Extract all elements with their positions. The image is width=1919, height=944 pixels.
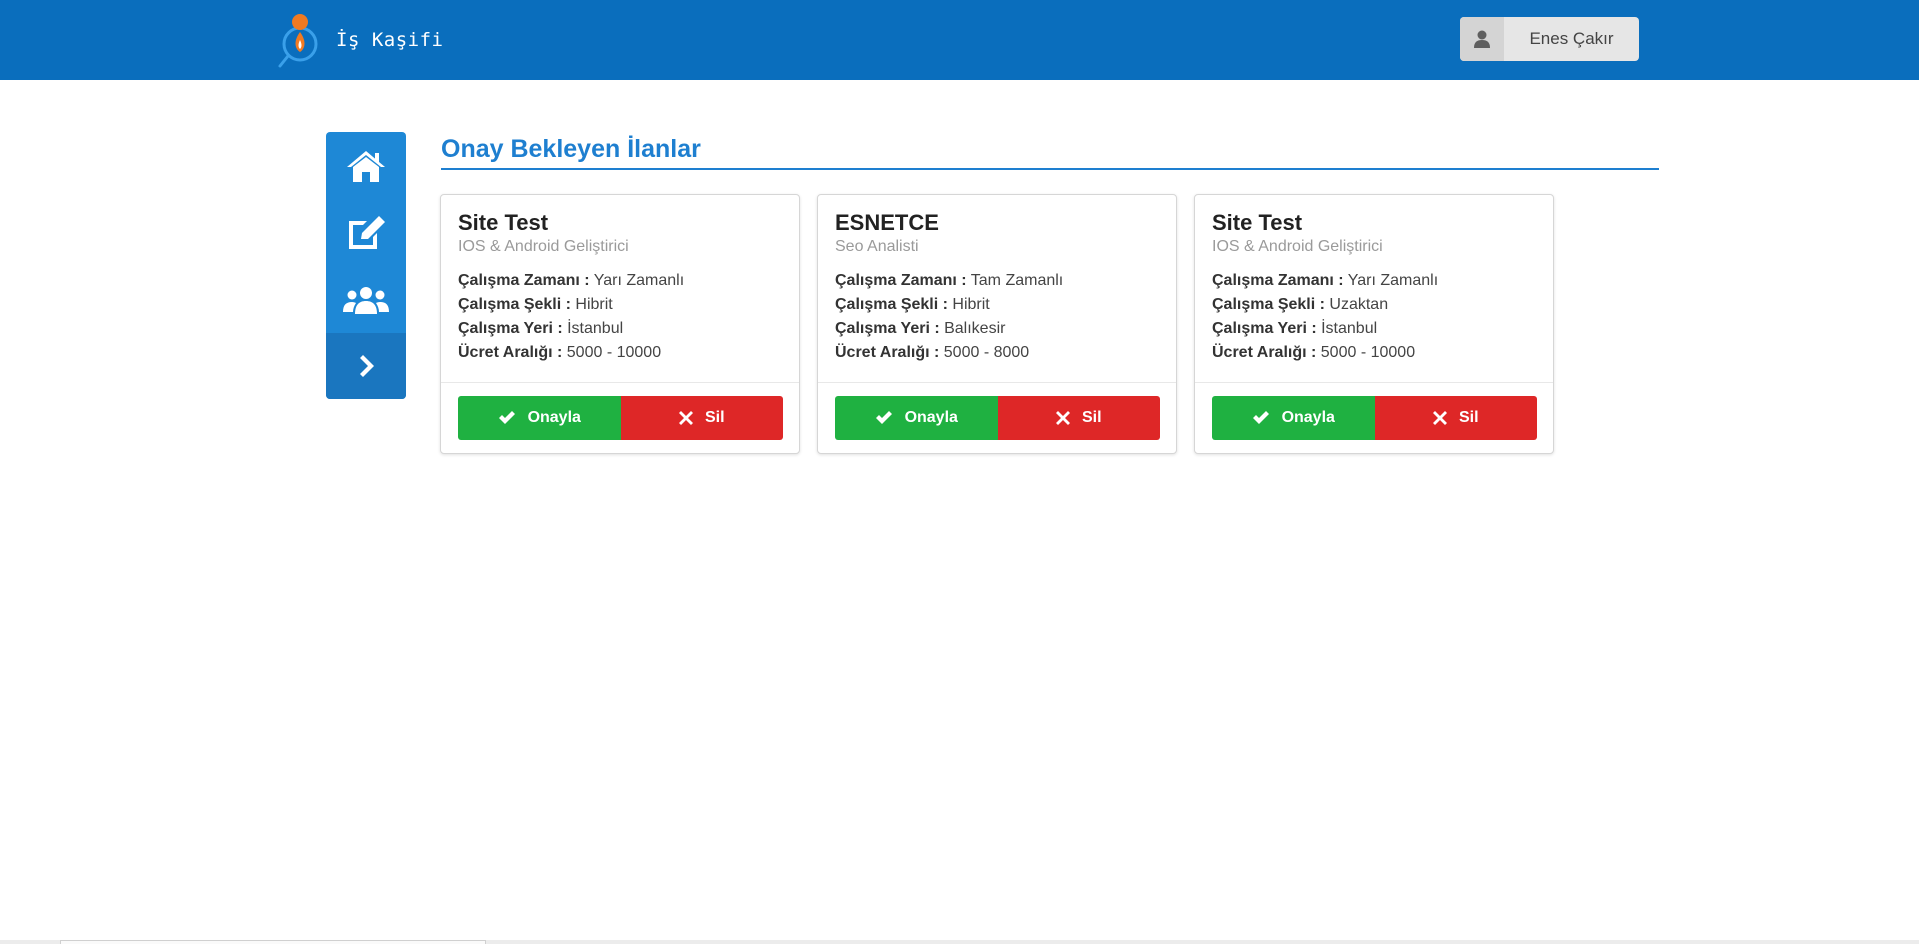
card-actions: Onayla Sil [835, 396, 1160, 440]
edit-icon [349, 215, 385, 249]
approve-label: Onayla [904, 409, 958, 426]
bottom-tab [60, 940, 486, 944]
work-place-line: Çalışma Yeri : İstanbul [458, 317, 782, 341]
listing-subtitle: Seo Analisti [835, 238, 919, 255]
delete-button[interactable]: Sil [620, 396, 783, 440]
work-type-value: Uzaktan [1329, 296, 1389, 313]
salary-line: Ücret Aralığı : 5000 - 10000 [1212, 341, 1536, 365]
work-time-label: Çalışma Zamanı : [835, 272, 967, 289]
bottom-strip [0, 940, 1919, 944]
user-name: Enes Çakır [1529, 29, 1614, 48]
sidebar-item-home[interactable] [326, 132, 406, 199]
work-type-label: Çalışma Şekli : [1212, 296, 1325, 313]
salary-label: Ücret Aralığı : [835, 344, 940, 361]
card-actions: Onayla Sil [458, 396, 783, 440]
card-actions: Onayla Sil [1212, 396, 1537, 440]
work-type-line: Çalışma Şekli : Hibrit [458, 293, 782, 317]
salary-value: 5000 - 10000 [566, 344, 662, 361]
close-icon [678, 411, 693, 425]
chevron-right-icon [360, 355, 374, 377]
delete-label: Sil [704, 409, 725, 426]
approve-label: Onayla [527, 409, 581, 426]
delete-button[interactable]: Sil [1374, 396, 1537, 440]
work-place-value: İstanbul [567, 320, 624, 337]
users-icon [343, 286, 389, 314]
check-icon [875, 411, 892, 424]
sidebar-item-users[interactable] [326, 266, 406, 333]
salary-value: 5000 - 10000 [1320, 344, 1416, 361]
work-type-label: Çalışma Şekli : [835, 296, 948, 313]
work-time-line: Çalışma Zamanı : Yarı Zamanlı [458, 269, 782, 293]
listing-title: ESNETCE [835, 210, 939, 235]
check-icon [1252, 411, 1269, 424]
work-time-value: Yarı Zamanlı [593, 272, 685, 289]
sidebar [326, 132, 406, 399]
work-time-value: Yarı Zamanlı [1347, 272, 1439, 289]
delete-button[interactable]: Sil [997, 396, 1160, 440]
work-time-label: Çalışma Zamanı : [1212, 272, 1344, 289]
work-time-line: Çalışma Zamanı : Tam Zamanlı [835, 269, 1159, 293]
approve-label: Onayla [1281, 409, 1335, 426]
work-type-line: Çalışma Şekli : Hibrit [835, 293, 1159, 317]
approve-button[interactable]: Onayla [835, 396, 998, 440]
work-type-value: Hibrit [575, 296, 613, 313]
check-icon [498, 411, 515, 424]
work-place-value: İstanbul [1321, 320, 1378, 337]
delete-label: Sil [1081, 409, 1102, 426]
work-place-label: Çalışma Yeri : [1212, 320, 1317, 337]
listing-title: Site Test [458, 210, 549, 235]
listing-title: Site Test [1212, 210, 1303, 235]
user-icon [1474, 30, 1490, 48]
work-type-line: Çalışma Şekli : Uzaktan [1212, 293, 1536, 317]
listing-card: Site Test IOS & Android Geliştirici Çalı… [440, 194, 800, 454]
listing-subtitle: IOS & Android Geliştirici [458, 238, 629, 255]
delete-label: Sil [1458, 409, 1479, 426]
brand[interactable]: İş Kaşifi [276, 10, 443, 70]
work-type-label: Çalışma Şekli : [458, 296, 571, 313]
work-place-label: Çalışma Yeri : [458, 320, 563, 337]
close-icon [1055, 411, 1070, 425]
approve-button[interactable]: Onayla [458, 396, 621, 440]
brand-name: İş Kaşifi [336, 29, 444, 51]
logo-icon [278, 14, 318, 68]
salary-label: Ücret Aralığı : [458, 344, 563, 361]
work-time-line: Çalışma Zamanı : Yarı Zamanlı [1212, 269, 1536, 293]
work-place-value: Balıkesir [944, 320, 1006, 337]
close-icon [1432, 411, 1447, 425]
salary-line: Ücret Aralığı : 5000 - 10000 [458, 341, 782, 365]
work-place-line: Çalışma Yeri : İstanbul [1212, 317, 1536, 341]
work-time-value: Tam Zamanlı [970, 272, 1064, 289]
user-menu-button[interactable]: Enes Çakır [1460, 17, 1639, 61]
salary-label: Ücret Aralığı : [1212, 344, 1317, 361]
user-icon-box [1460, 17, 1504, 61]
salary-value: 5000 - 8000 [943, 344, 1030, 361]
sidebar-item-edit[interactable] [326, 199, 406, 266]
home-icon [347, 150, 385, 182]
page-title: Onay Bekleyen İlanlar [441, 133, 1659, 170]
listing-card: Site Test IOS & Android Geliştirici Çalı… [1194, 194, 1554, 454]
work-place-label: Çalışma Yeri : [835, 320, 940, 337]
listing-subtitle: IOS & Android Geliştirici [1212, 238, 1383, 255]
work-type-value: Hibrit [952, 296, 990, 313]
sidebar-item-expand[interactable] [326, 333, 406, 399]
top-navbar: İş Kaşifi Enes Çakır [0, 0, 1919, 80]
salary-line: Ücret Aralığı : 5000 - 8000 [835, 341, 1159, 365]
approve-button[interactable]: Onayla [1212, 396, 1375, 440]
work-place-line: Çalışma Yeri : Balıkesir [835, 317, 1159, 341]
work-time-label: Çalışma Zamanı : [458, 272, 590, 289]
listing-card: ESNETCE Seo Analisti Çalışma Zamanı : Ta… [817, 194, 1177, 454]
